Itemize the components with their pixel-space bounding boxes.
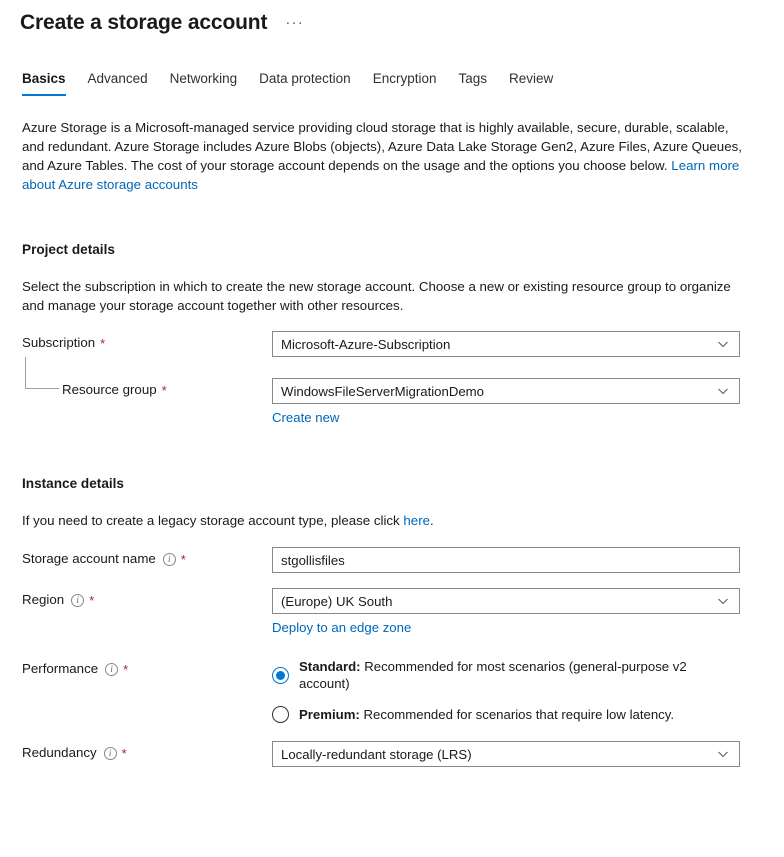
tree-connector-line bbox=[25, 357, 59, 389]
subscription-dropdown[interactable]: Microsoft-Azure-Subscription bbox=[272, 331, 740, 357]
more-options-icon[interactable]: ··· bbox=[281, 14, 308, 32]
page-title: Create a storage account bbox=[20, 11, 268, 34]
form-content: Azure Storage is a Microsoft-managed ser… bbox=[0, 118, 784, 767]
instance-details-heading: Instance details bbox=[22, 476, 124, 491]
chevron-down-icon bbox=[717, 385, 729, 397]
intro-paragraph: Azure Storage is a Microsoft-managed ser… bbox=[22, 118, 744, 194]
performance-label-group: Performance i * bbox=[22, 657, 272, 681]
subscription-label-group: Subscription * bbox=[22, 331, 272, 355]
performance-row: Performance i * Standard: Recommended fo… bbox=[22, 657, 762, 723]
chevron-down-icon bbox=[717, 338, 729, 350]
resource-group-dropdown[interactable]: WindowsFileServerMigrationDemo bbox=[272, 378, 740, 404]
tab-tags-label: Tags bbox=[458, 71, 488, 86]
tab-data-protection[interactable]: Data protection bbox=[248, 70, 362, 96]
project-details-heading: Project details bbox=[22, 242, 115, 257]
performance-option-standard-title: Standard: bbox=[299, 659, 361, 674]
chevron-down-icon bbox=[717, 595, 729, 607]
tab-review-label: Review bbox=[509, 71, 554, 86]
tab-data-protection-label: Data protection bbox=[259, 71, 351, 86]
storage-account-name-label-group: Storage account name i * bbox=[22, 547, 272, 571]
performance-option-premium-desc: Recommended for scenarios that require l… bbox=[359, 707, 675, 722]
info-icon[interactable]: i bbox=[103, 746, 117, 760]
redundancy-value: Locally-redundant storage (LRS) bbox=[281, 746, 472, 762]
tab-bar: Basics Advanced Networking Data protecti… bbox=[0, 66, 784, 96]
info-icon[interactable]: i bbox=[105, 662, 119, 676]
tab-networking[interactable]: Networking bbox=[159, 70, 249, 96]
region-label-group: Region i * bbox=[22, 588, 272, 612]
page-header: Create a storage account ··· bbox=[0, 0, 784, 38]
redundancy-row: Redundancy i * Locally-redundant storage… bbox=[22, 741, 762, 767]
radio-unselected-icon bbox=[272, 706, 289, 723]
performance-label: Performance bbox=[22, 661, 99, 676]
subscription-required-asterisk: * bbox=[100, 335, 106, 351]
tab-networking-label: Networking bbox=[169, 71, 238, 86]
legacy-note-period: . bbox=[430, 513, 434, 528]
redundancy-required-asterisk: * bbox=[121, 745, 127, 761]
performance-option-premium-text: Premium: Recommended for scenarios that … bbox=[299, 706, 674, 723]
performance-required-asterisk: * bbox=[123, 661, 129, 677]
tab-advanced[interactable]: Advanced bbox=[77, 70, 159, 96]
intro-text: Azure Storage is a Microsoft-managed ser… bbox=[22, 120, 742, 173]
legacy-note-text: If you need to create a legacy storage a… bbox=[22, 513, 404, 528]
performance-option-standard-text: Standard: Recommended for most scenarios… bbox=[299, 658, 740, 692]
tab-encryption-label: Encryption bbox=[372, 71, 437, 86]
redundancy-field-col: Locally-redundant storage (LRS) bbox=[272, 741, 740, 767]
storage-account-name-row: Storage account name i * bbox=[22, 547, 762, 573]
region-required-asterisk: * bbox=[89, 592, 95, 608]
create-new-resource-group-link[interactable]: Create new bbox=[272, 410, 339, 425]
legacy-here-link[interactable]: here bbox=[403, 513, 430, 528]
tab-advanced-label: Advanced bbox=[87, 71, 148, 86]
storage-account-name-field-col bbox=[272, 547, 740, 573]
tab-encryption[interactable]: Encryption bbox=[362, 70, 448, 96]
resource-group-required-asterisk: * bbox=[161, 382, 167, 398]
redundancy-label-group: Redundancy i * bbox=[22, 741, 272, 765]
resource-group-label-group: Resource group * bbox=[22, 357, 272, 402]
region-row: Region i * (Europe) UK South Deploy to a… bbox=[22, 588, 762, 637]
performance-option-premium-title: Premium: bbox=[299, 707, 360, 722]
subscription-field-col: Microsoft-Azure-Subscription bbox=[272, 331, 740, 357]
region-label: Region bbox=[22, 592, 65, 607]
project-details-description: Select the subscription in which to crea… bbox=[22, 279, 731, 313]
subscription-row: Subscription * Microsoft-Azure-Subscript… bbox=[22, 331, 762, 357]
resource-group-row: Resource group * WindowsFileServerMigrat… bbox=[22, 357, 762, 427]
region-dropdown[interactable]: (Europe) UK South bbox=[272, 588, 740, 614]
storage-account-name-required-asterisk: * bbox=[180, 551, 186, 567]
region-value: (Europe) UK South bbox=[281, 593, 393, 609]
storage-account-name-input[interactable] bbox=[272, 547, 740, 573]
info-icon[interactable]: i bbox=[162, 552, 176, 566]
tab-basics[interactable]: Basics bbox=[11, 70, 77, 96]
radio-selected-icon bbox=[272, 666, 289, 684]
subscription-label: Subscription bbox=[22, 335, 96, 350]
resource-group-label: Resource group bbox=[62, 382, 157, 397]
subscription-value: Microsoft-Azure-Subscription bbox=[281, 336, 451, 352]
storage-account-name-label: Storage account name bbox=[22, 551, 156, 566]
redundancy-label: Redundancy bbox=[22, 745, 97, 760]
legacy-account-note: If you need to create a legacy storage a… bbox=[22, 511, 744, 530]
tab-basics-label: Basics bbox=[22, 71, 66, 86]
deploy-edge-zone-link[interactable]: Deploy to an edge zone bbox=[272, 620, 411, 635]
chevron-down-icon bbox=[717, 748, 729, 760]
performance-option-standard[interactable]: Standard: Recommended for most scenarios… bbox=[272, 658, 740, 692]
resource-group-field-col: WindowsFileServerMigrationDemo Create ne… bbox=[272, 378, 740, 427]
resource-group-value: WindowsFileServerMigrationDemo bbox=[281, 383, 485, 399]
tab-tags[interactable]: Tags bbox=[447, 70, 498, 96]
info-icon[interactable]: i bbox=[71, 593, 85, 607]
region-field-col: (Europe) UK South Deploy to an edge zone bbox=[272, 588, 740, 637]
redundancy-dropdown[interactable]: Locally-redundant storage (LRS) bbox=[272, 741, 740, 767]
tab-review[interactable]: Review bbox=[498, 70, 564, 96]
performance-option-premium[interactable]: Premium: Recommended for scenarios that … bbox=[272, 706, 740, 723]
performance-radio-group: Standard: Recommended for most scenarios… bbox=[272, 657, 740, 723]
